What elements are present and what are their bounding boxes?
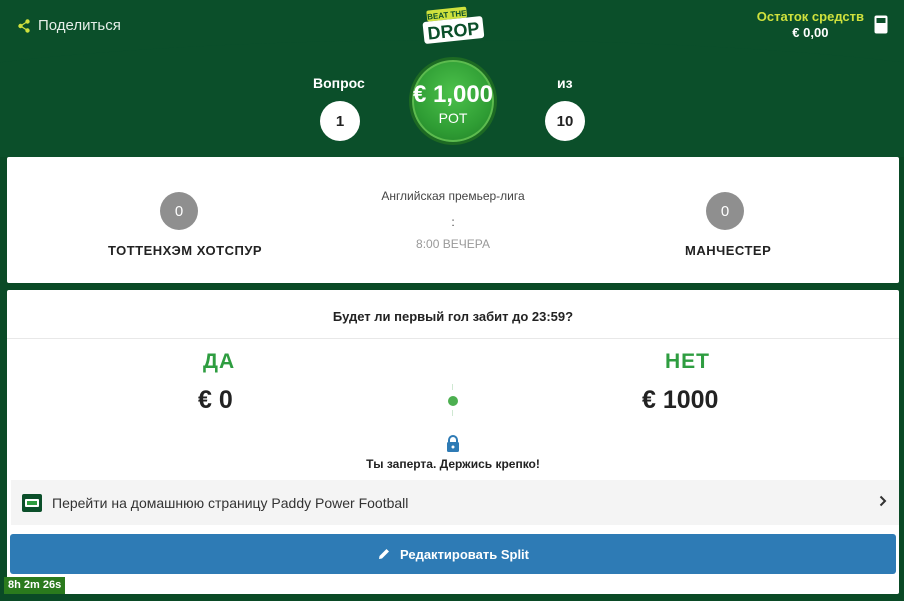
pot-badge: € 1,000 POT <box>409 57 497 145</box>
of-label: из <box>557 75 573 91</box>
locked-message: Ты заперта. Держись крепко! <box>366 457 540 471</box>
no-label[interactable]: НЕТ <box>665 350 710 374</box>
header: Поделиться BEAT THE DROP Остаток средств… <box>0 0 904 157</box>
pencil-icon <box>379 549 389 559</box>
away-score: 0 <box>706 192 744 230</box>
edit-split-button[interactable]: Редактировать Split <box>10 534 896 574</box>
question-label: Вопрос <box>313 75 365 91</box>
league-name: Английская премьер-лига <box>381 189 525 203</box>
share-button[interactable]: Поделиться <box>18 17 121 34</box>
question-text: Будет ли первый гол забит до 23:59? <box>332 309 574 324</box>
logo-icon: BEAT THE DROP <box>422 6 485 44</box>
slider-track-bottom <box>452 410 453 416</box>
paddy-power-link-text: Перейти на домашнюю страницу Paddy Power… <box>52 494 409 511</box>
total-questions: 10 <box>545 101 585 141</box>
balance: Остаток средств € 0,00 <box>757 9 864 40</box>
no-value: € 1000 <box>642 386 719 414</box>
chevron-right-icon <box>879 495 887 507</box>
question-card: Будет ли первый гол забит до 23:59? ДА €… <box>7 290 899 594</box>
logo-bottom-text: DROP <box>427 18 481 43</box>
countdown-timer: 8h 2m 26s <box>4 577 66 594</box>
yes-value: € 0 <box>198 386 233 414</box>
edit-split-label: Редактировать Split <box>400 546 529 562</box>
balance-label: Остаток средств <box>756 9 864 24</box>
pot-label: POT <box>438 109 468 126</box>
slider-track-top <box>452 384 453 390</box>
lock-icon <box>447 435 459 452</box>
yes-label[interactable]: ДА <box>203 350 235 374</box>
away-team: МАНЧЕСТЕР <box>685 243 772 258</box>
paddy-power-link[interactable]: Перейти на домашнюю страницу Paddy Power… <box>11 480 899 525</box>
share-icon <box>18 18 30 33</box>
score-separator: : <box>451 215 455 229</box>
split-slider-handle[interactable] <box>448 396 458 406</box>
pot-amount: € 1,000 <box>412 80 494 108</box>
paddy-power-icon <box>22 493 42 512</box>
wallet-icon[interactable] <box>874 15 888 34</box>
divider <box>7 338 899 339</box>
share-label: Поделиться <box>38 17 121 34</box>
balance-value: € 0,00 <box>792 25 829 40</box>
question-number: 1 <box>320 101 360 141</box>
match-card: 0 ТОТТЕНХЭМ ХОТСПУР Английская премьер-л… <box>7 157 899 283</box>
